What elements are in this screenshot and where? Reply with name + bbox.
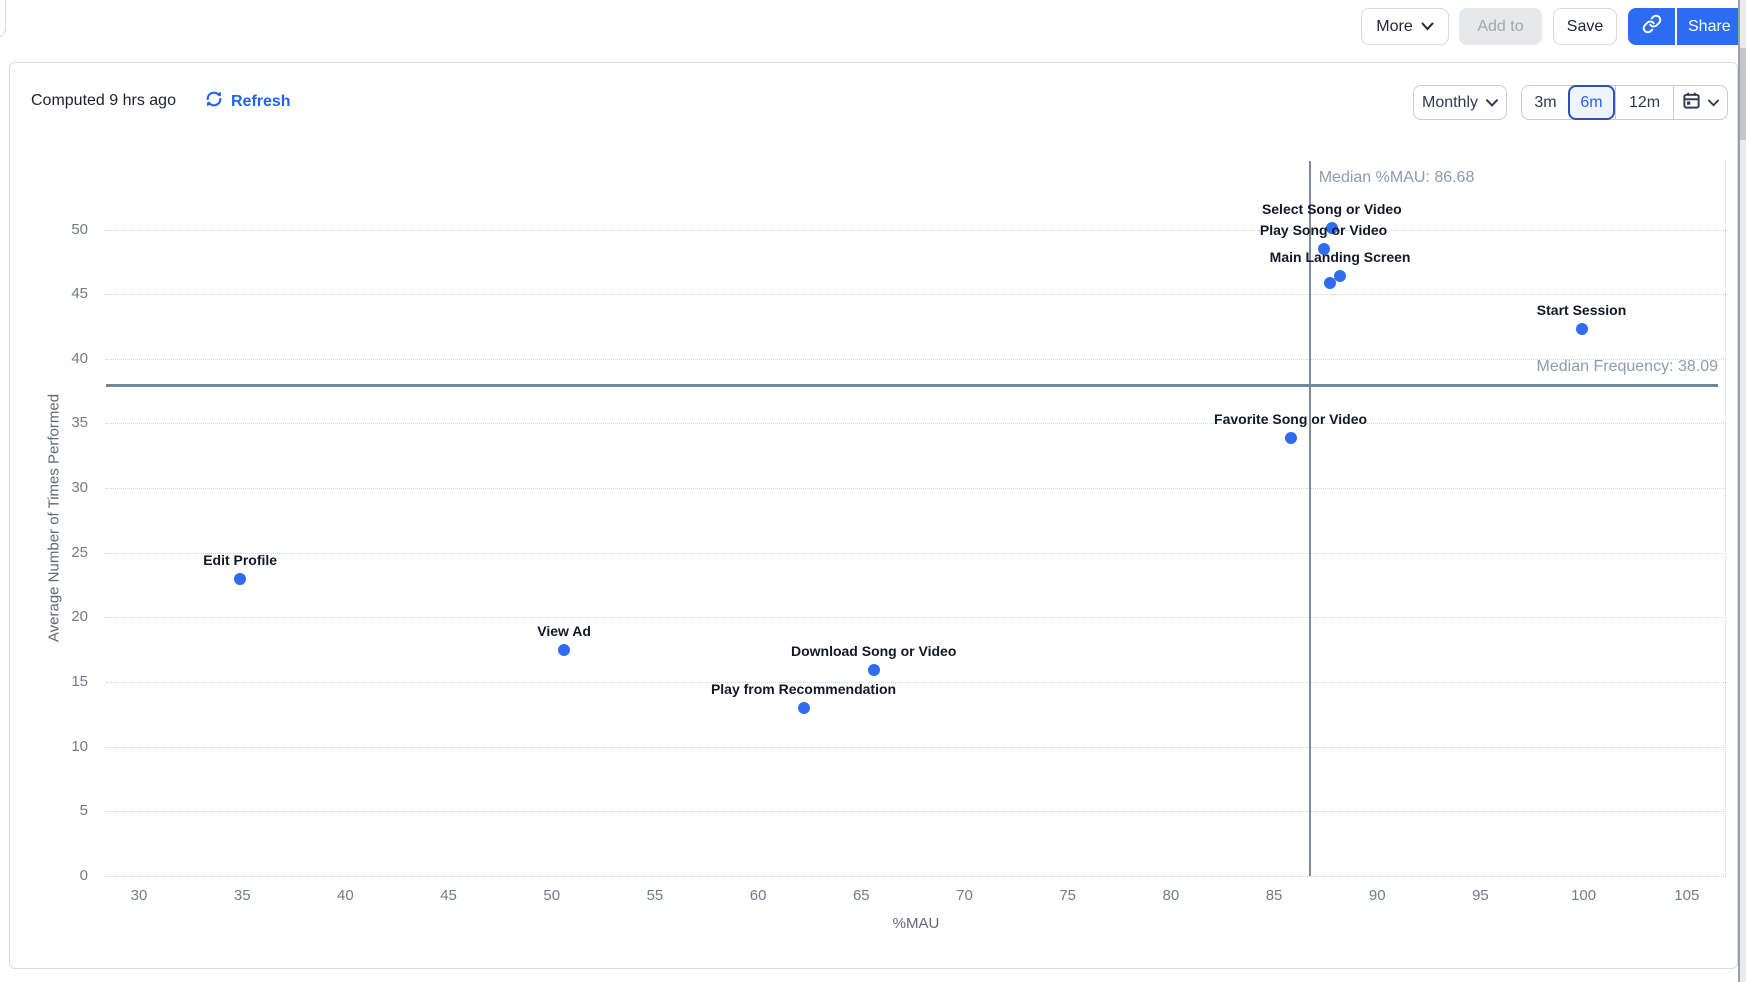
- median-frequency-line: [106, 383, 1718, 387]
- scatter-point[interactable]: [1325, 222, 1338, 235]
- range-6m-button[interactable]: 6m: [1568, 85, 1615, 120]
- gridline-horizontal: [106, 552, 1726, 554]
- gridline-vertical-right: [1725, 161, 1726, 876]
- x-tick-label: 95: [1472, 887, 1489, 904]
- x-tick-label: 85: [1265, 887, 1283, 904]
- scatter-point[interactable]: [558, 643, 571, 656]
- y-tick-label: 0: [79, 867, 88, 884]
- y-tick-label: 5: [79, 802, 88, 820]
- x-tick-label: 40: [337, 887, 354, 904]
- x-tick-label: 60: [749, 887, 767, 904]
- y-tick-label: 30: [71, 479, 88, 497]
- y-tick-label: 25: [71, 543, 88, 561]
- x-tick-label: 80: [1162, 887, 1180, 904]
- gridline-horizontal: [106, 746, 1726, 748]
- point-label: Edit Profile: [203, 551, 278, 568]
- scatter-point[interactable]: [1334, 270, 1347, 283]
- share-button[interactable]: Share: [1677, 8, 1746, 45]
- chevron-down-icon: [1421, 18, 1434, 36]
- scatter-point[interactable]: [1284, 431, 1297, 444]
- gridline-horizontal: [106, 811, 1726, 813]
- y-tick-label: 50: [71, 220, 88, 238]
- share-button-label: Share: [1688, 17, 1731, 35]
- gridline-horizontal: [106, 229, 1726, 231]
- scatter-point[interactable]: [1575, 323, 1588, 336]
- point-label: View Ad: [537, 622, 591, 639]
- scrollbar-track[interactable]: [1738, 0, 1746, 982]
- y-tick-label: 20: [71, 608, 88, 626]
- x-tick-label: 65: [852, 887, 870, 904]
- add-to-button[interactable]: Add to: [1459, 8, 1542, 45]
- x-tick-label: 70: [956, 887, 973, 904]
- gridline-horizontal: [106, 488, 1726, 490]
- scatter-point[interactable]: [1323, 276, 1336, 289]
- x-axis-title: %MAU: [892, 915, 940, 932]
- x-tick-label: 105: [1674, 887, 1700, 904]
- more-button-label: More: [1376, 17, 1413, 35]
- y-tick-label: 15: [71, 673, 88, 691]
- page: More Add to Save Share Computed 9 hrs ag…: [0, 0, 1746, 982]
- y-tick-label: 40: [71, 349, 88, 367]
- gridline-horizontal: [106, 682, 1726, 684]
- gridline-horizontal: [106, 294, 1726, 296]
- scrollbar-thumb[interactable]: [1740, 48, 1746, 140]
- median-mau-label: Median %MAU: 86.68: [1318, 169, 1475, 186]
- scatter-point[interactable]: [797, 701, 810, 714]
- point-label: Main Landing Screen: [1269, 249, 1411, 266]
- plot-area: Select Song or Video Play Song or Video Ma…: [106, 161, 1726, 877]
- x-tick-label: 30: [130, 887, 148, 904]
- y-tick-label: 35: [71, 414, 88, 432]
- scatter-point[interactable]: [234, 572, 247, 585]
- left-panel-corner-fragment: [0, 0, 6, 38]
- x-tick-label: 45: [440, 887, 457, 904]
- x-tick-label: 55: [646, 887, 664, 904]
- x-tick-label: 100: [1571, 887, 1597, 904]
- point-label: Play from Recommendation: [710, 680, 897, 697]
- median-frequency-label: Median Frequency: 38.09: [1536, 357, 1718, 375]
- copy-link-button[interactable]: [1628, 8, 1675, 45]
- save-button[interactable]: Save: [1553, 8, 1617, 45]
- add-to-button-label: Add to: [1477, 17, 1524, 35]
- y-tick-label: 10: [71, 737, 88, 755]
- gridline-horizontal: [106, 876, 1726, 877]
- scatter-point[interactable]: [1317, 242, 1330, 255]
- point-label: Select Song or Video: [1261, 201, 1402, 218]
- x-tick-label: 75: [1059, 887, 1077, 904]
- chart-card: Computed 9 hrs ago Refresh Monthly 3m 6m…: [9, 62, 1738, 969]
- x-tick-label: 90: [1368, 887, 1386, 904]
- scatter-chart: Select Song or Video Play Song or Video Ma…: [10, 63, 1737, 968]
- median-mau-line: [1308, 161, 1311, 876]
- link-icon: [1642, 14, 1662, 39]
- point-label: Download Song or Video: [790, 643, 957, 660]
- save-button-label: Save: [1566, 17, 1604, 35]
- x-tick-label: 50: [543, 887, 561, 904]
- point-label: Start Session: [1536, 302, 1627, 319]
- y-tick-label: 45: [71, 285, 88, 303]
- gridline-horizontal: [106, 617, 1726, 619]
- more-button[interactable]: More: [1361, 8, 1449, 45]
- gridline-horizontal: [106, 423, 1726, 425]
- x-tick-label: 35: [233, 887, 251, 904]
- scatter-point[interactable]: [867, 664, 880, 677]
